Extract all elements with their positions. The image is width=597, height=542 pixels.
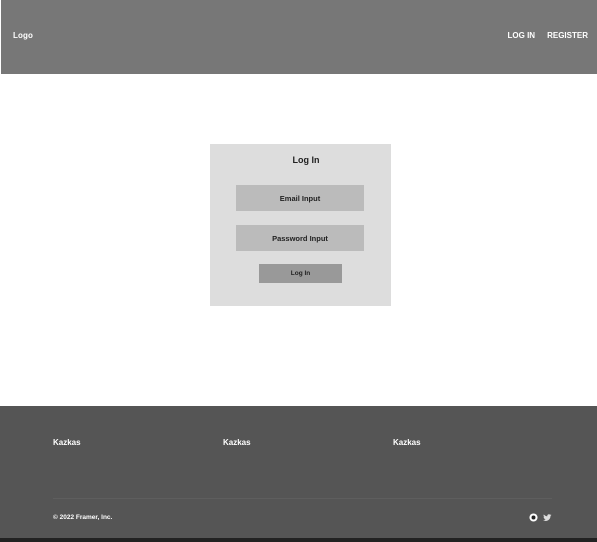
- footer-divider: [53, 498, 552, 499]
- logo[interactable]: Logo: [13, 31, 33, 40]
- main-nav: LOG IN REGISTER: [508, 31, 588, 40]
- twitter-icon[interactable]: [543, 513, 552, 522]
- social-links: [529, 513, 552, 522]
- site-header: Logo LOG IN REGISTER: [1, 0, 597, 74]
- email-input[interactable]: [236, 185, 364, 211]
- footer-column-2[interactable]: Kazkas: [223, 438, 251, 447]
- login-title: Log In: [292, 155, 320, 165]
- bottom-strip: [0, 538, 597, 542]
- footer-column-1[interactable]: Kazkas: [53, 438, 81, 447]
- copyright-text: © 2022 Framer, Inc.: [53, 514, 113, 521]
- login-submit-button[interactable]: Log In: [259, 264, 342, 283]
- nav-login-link[interactable]: LOG IN: [508, 31, 536, 40]
- password-input[interactable]: [236, 225, 364, 251]
- nav-register-link[interactable]: REGISTER: [547, 31, 588, 40]
- site-footer: Kazkas Kazkas Kazkas © 2022 Framer, Inc.: [0, 406, 597, 538]
- dribbble-icon[interactable]: [529, 513, 538, 522]
- footer-column-3[interactable]: Kazkas: [393, 438, 421, 447]
